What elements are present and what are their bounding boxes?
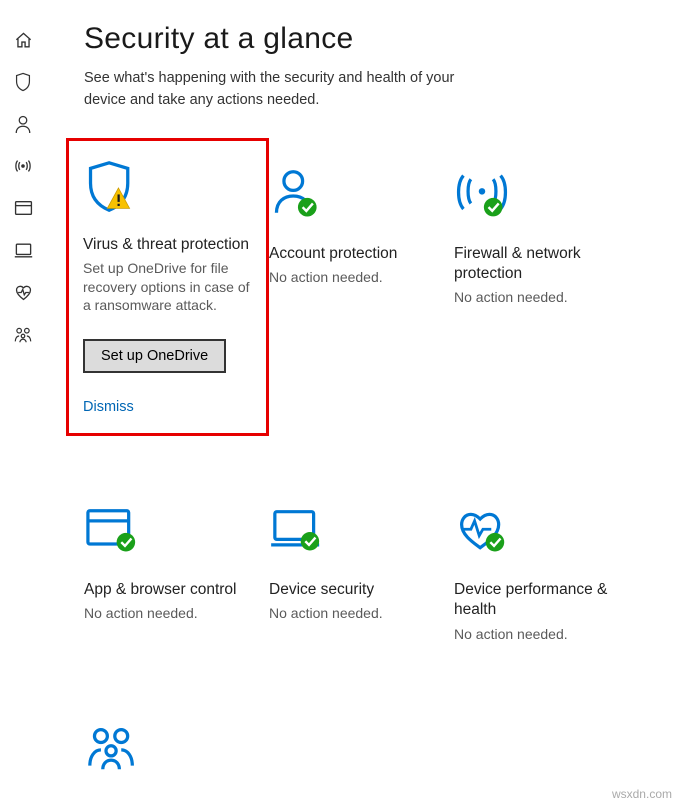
tile-title: Device performance & health — [454, 580, 629, 620]
tile-desc: No action needed. — [269, 268, 444, 287]
tile-app-browser[interactable]: App & browser control No action needed. — [84, 496, 269, 653]
sidebar-performance[interactable] — [11, 280, 35, 304]
sidebar-app-browser[interactable] — [11, 196, 35, 220]
heart-check-icon — [454, 504, 629, 560]
firewall-icon — [13, 157, 33, 175]
sidebar-firewall[interactable] — [11, 154, 35, 178]
tiles-grid: Virus & threat protection Set up OneDriv… — [84, 160, 656, 808]
family-icon-large — [84, 721, 259, 777]
tile-device-performance[interactable]: Device performance & health No action ne… — [454, 496, 639, 653]
dismiss-link[interactable]: Dismiss — [83, 399, 254, 415]
sidebar-account[interactable] — [11, 112, 35, 136]
main-content: Security at a glance See what's happenin… — [46, 0, 684, 809]
tile-title: Account protection — [269, 244, 444, 264]
device-security-icon — [14, 242, 33, 259]
shield-icon — [14, 72, 32, 92]
family-icon — [13, 326, 33, 343]
tile-desc: No action needed. — [454, 288, 629, 307]
tile-desc: No action needed. — [84, 604, 259, 623]
tile-account-protection[interactable]: Account protection No action needed. — [269, 160, 454, 437]
sidebar — [0, 0, 46, 809]
tile-title: Firewall & network protection — [454, 244, 629, 284]
page-subtitle: See what's happening with the security a… — [84, 68, 484, 112]
account-icon — [14, 114, 32, 134]
tile-family[interactable] — [84, 713, 269, 807]
sidebar-device-security[interactable] — [11, 238, 35, 262]
firewall-check-icon — [454, 168, 629, 224]
tile-desc: No action needed. — [454, 625, 629, 644]
shield-warning-icon — [83, 159, 254, 215]
app-browser-icon — [14, 200, 33, 216]
tile-desc: No action needed. — [269, 604, 444, 623]
tile-device-security[interactable]: Device security No action needed. — [269, 496, 454, 653]
sidebar-family[interactable] — [11, 322, 35, 346]
tile-title: Virus & threat protection — [83, 235, 254, 255]
tile-firewall[interactable]: Firewall & network protection No action … — [454, 160, 639, 437]
sidebar-virus[interactable] — [11, 70, 35, 94]
tile-title: App & browser control — [84, 580, 259, 600]
setup-onedrive-button[interactable]: Set up OneDrive — [83, 339, 226, 373]
tile-desc: Set up OneDrive for file recovery option… — [83, 259, 254, 316]
device-performance-icon — [14, 284, 33, 301]
account-check-icon — [269, 168, 444, 224]
home-icon — [14, 31, 33, 50]
tile-title: Device security — [269, 580, 444, 600]
tile-virus-threat[interactable]: Virus & threat protection Set up OneDriv… — [66, 138, 269, 437]
sidebar-home[interactable] — [11, 28, 35, 52]
page-title: Security at a glance — [84, 22, 656, 56]
device-check-icon — [269, 504, 444, 560]
app-check-icon — [84, 504, 259, 560]
watermark: wsxdn.com — [612, 787, 672, 801]
